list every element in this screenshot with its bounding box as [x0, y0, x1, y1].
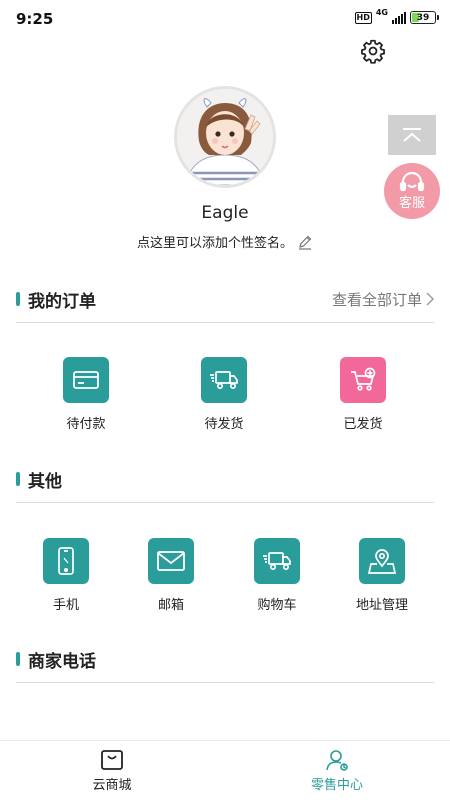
order-pending-shipment[interactable]: 待发货 — [179, 357, 269, 432]
tab-retail-center[interactable]: 零售中心 — [277, 749, 397, 793]
merchant-section-header[interactable]: 商家电话 — [16, 646, 434, 672]
scroll-to-top-button[interactable] — [388, 115, 436, 155]
other-item-label: 邮箱 — [157, 598, 184, 613]
section-accent-bar — [16, 652, 20, 666]
status-icons: HD 4G 39 — [354, 8, 439, 24]
divider — [16, 682, 434, 683]
tab-retail-center-label: 零售中心 — [310, 778, 363, 793]
hd-icon: HD — [354, 11, 372, 24]
chevron-up-icon — [403, 128, 421, 142]
tab-mall[interactable]: 云商城 — [52, 749, 172, 793]
orders-title: 我的订单 — [28, 291, 96, 312]
section-accent-bar — [16, 472, 20, 486]
pencil-icon[interactable] — [297, 234, 313, 250]
phone-icon[interactable] — [43, 538, 89, 584]
divider — [16, 502, 434, 503]
battery-icon: 39 — [410, 11, 439, 24]
chevron-right-icon — [426, 292, 434, 306]
others-section-header: 其他 — [16, 466, 434, 492]
customer-service-label: 客服 — [398, 196, 425, 211]
view-all-orders-label[interactable]: 查看全部订单 — [332, 289, 422, 310]
other-mail[interactable]: 邮箱 — [126, 538, 216, 613]
tab-mall-label: 云商城 — [92, 778, 132, 793]
bottom-tab-bar: 云商城 零售中心 — [0, 740, 450, 800]
username[interactable]: Eagle — [0, 203, 450, 223]
others-title: 其他 — [28, 471, 62, 492]
divider — [16, 322, 434, 323]
user-icon — [326, 750, 348, 771]
other-phone[interactable]: 手机 — [21, 538, 111, 613]
other-address[interactable]: 地址管理 — [337, 538, 427, 613]
section-accent-bar — [16, 292, 20, 306]
signal-icon — [392, 11, 406, 24]
status-time: 9:25 — [16, 10, 54, 28]
truck-icon[interactable] — [201, 357, 247, 403]
network-type: 4G — [375, 8, 388, 17]
customer-service-button[interactable]: 客服 — [384, 163, 440, 219]
order-item-label: 待发货 — [204, 417, 244, 432]
merchant-title[interactable]: 商家电话 — [28, 647, 96, 672]
order-item-label: 已发货 — [343, 417, 383, 432]
signature-row[interactable]: 点这里可以添加个性签名。 — [0, 232, 450, 251]
battery-level: 39 — [416, 12, 430, 23]
mail-icon[interactable] — [148, 538, 194, 584]
card-icon[interactable] — [63, 357, 109, 403]
truck-icon[interactable] — [254, 538, 300, 584]
order-pending-payment[interactable]: 待付款 — [41, 357, 131, 432]
view-all-orders-link[interactable]: 查看全部订单 — [332, 289, 434, 310]
gear-icon[interactable] — [360, 38, 386, 64]
orders-section-header: 我的订单 查看全部订单 — [16, 286, 434, 312]
shopping-bag-icon — [101, 750, 123, 770]
headset-icon — [399, 171, 425, 192]
signature-text[interactable]: 点这里可以添加个性签名。 — [137, 232, 293, 251]
order-shipped[interactable]: 已发货 — [318, 357, 408, 432]
other-item-label: 手机 — [52, 598, 79, 613]
avatar[interactable] — [174, 86, 276, 188]
map-pin-icon[interactable] — [359, 538, 405, 584]
other-item-label: 地址管理 — [355, 598, 408, 613]
status-bar: 9:25 HD 4G 39 — [0, 0, 450, 38]
other-item-label: 购物车 — [257, 598, 297, 613]
order-item-label: 待付款 — [66, 417, 106, 432]
cart-plus-icon[interactable] — [340, 357, 386, 403]
other-cart[interactable]: 购物车 — [232, 538, 322, 613]
